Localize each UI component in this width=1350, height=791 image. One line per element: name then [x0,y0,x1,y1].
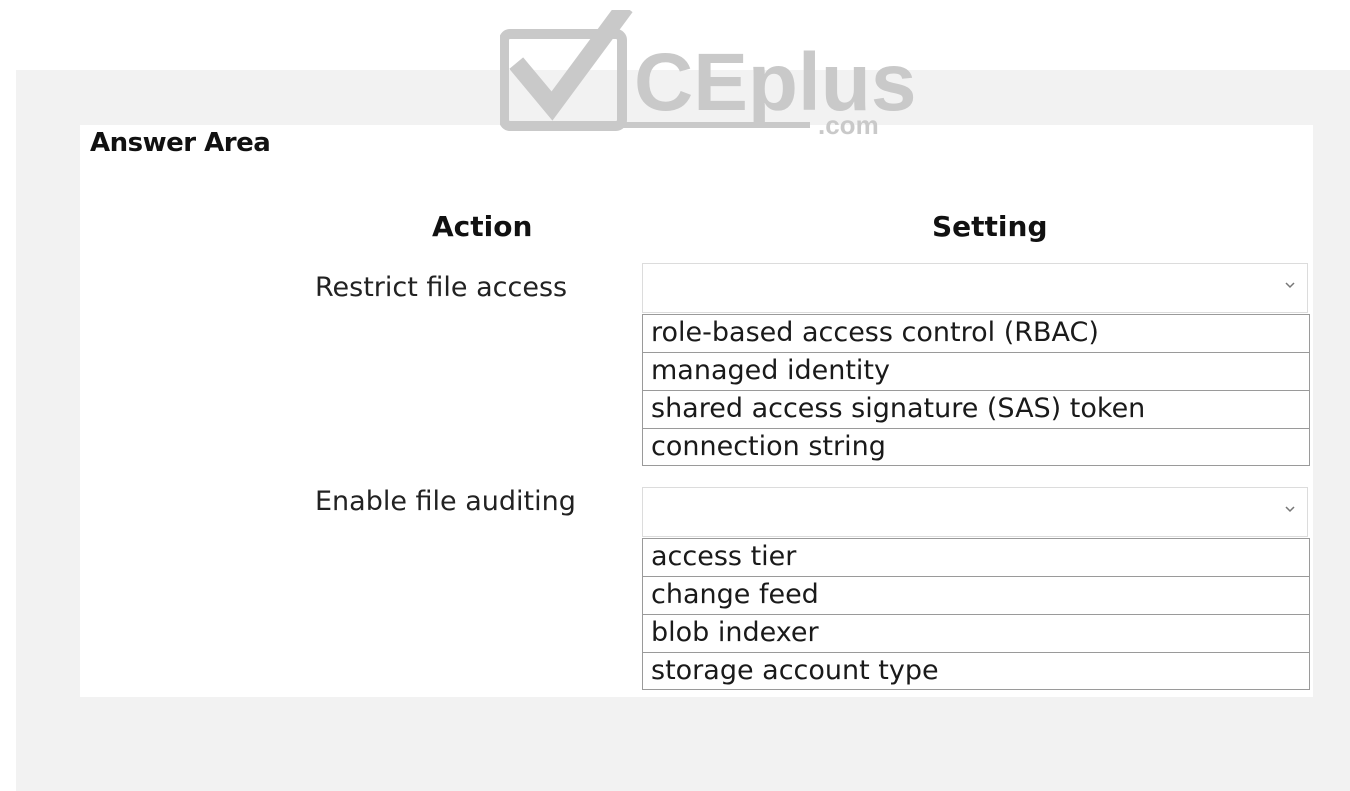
action-label-enable-file-auditing: Enable file auditing [315,486,576,517]
dropdown-options-restrict-file-access: role-based access control (RBAC) managed… [642,314,1310,466]
column-header-setting: Setting [932,210,1048,243]
option-blob-indexer[interactable]: blob indexer [642,614,1310,652]
option-rbac[interactable]: role-based access control (RBAC) [642,314,1310,352]
option-connection-string[interactable]: connection string [642,428,1310,466]
watermark-suffix: .com [818,110,879,140]
setting-dropdown-enable-file-auditing[interactable] [642,487,1308,537]
chevron-down-icon [1283,502,1297,516]
watermark-logo: CEplus .com [500,10,916,140]
setting-dropdown-restrict-file-access[interactable] [642,263,1308,313]
chevron-down-icon [1283,278,1297,292]
checkmark-logo-icon [500,10,633,131]
option-sas-token[interactable]: shared access signature (SAS) token [642,390,1310,428]
option-change-feed[interactable]: change feed [642,576,1310,614]
dropdown-options-enable-file-auditing: access tier change feed blob indexer sto… [642,538,1310,690]
column-header-action: Action [432,210,533,243]
watermark-underline [504,122,810,128]
answer-area-title: Answer Area [90,128,271,158]
option-storage-account-type[interactable]: storage account type [642,652,1310,690]
option-managed-identity[interactable]: managed identity [642,352,1310,390]
action-label-restrict-file-access: Restrict file access [315,272,568,303]
option-access-tier[interactable]: access tier [642,538,1310,576]
